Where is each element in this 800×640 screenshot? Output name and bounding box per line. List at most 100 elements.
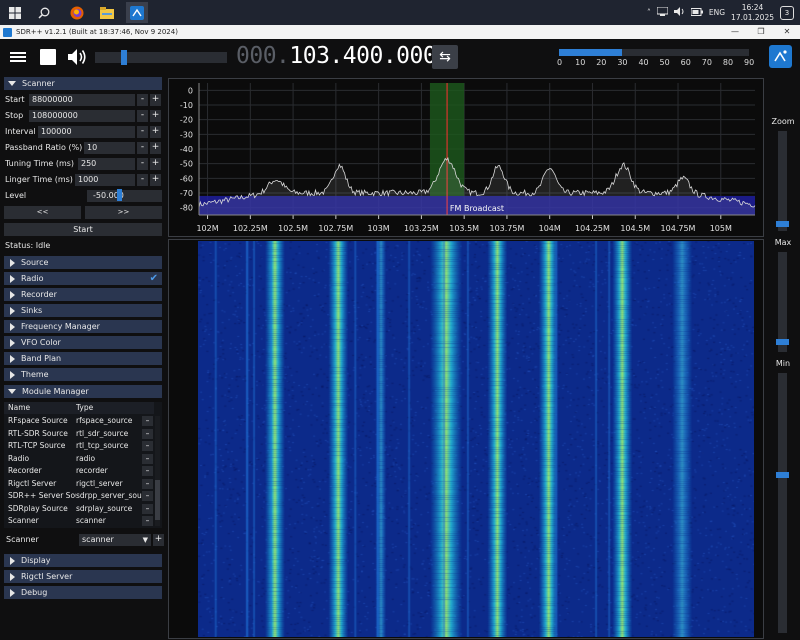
linger-minus-button[interactable]: - <box>137 173 148 186</box>
interval-input[interactable]: 100000 <box>38 125 135 138</box>
new-module-name-input[interactable]: Scanner <box>6 535 39 544</box>
menu-hamburger-icon[interactable] <box>6 45 30 69</box>
zoom-slider[interactable] <box>778 131 787 231</box>
theme-section-header[interactable]: Theme <box>4 368 162 381</box>
waterfall-canvas[interactable] <box>198 241 754 637</box>
battery-icon[interactable] <box>690 7 703 18</box>
delete-module-button[interactable]: – <box>142 516 153 526</box>
volume-slider[interactable] <box>95 52 227 63</box>
sinks-label: Sinks <box>21 306 43 315</box>
add-module-button[interactable]: + <box>153 533 164 546</box>
language-indicator[interactable]: ENG <box>709 8 725 17</box>
linger-plus-button[interactable]: + <box>150 173 161 186</box>
module-row[interactable]: RTL-TCP Source rtl_tcp_source – <box>4 440 154 452</box>
spectrum-area[interactable]: 0 -10 -20 -30 -40 -50 -60 -70 -80 102M 102.25M 102.… <box>168 78 764 640</box>
passband-label: Passband Ratio (%) <box>5 143 83 152</box>
module-row[interactable]: Radio radio – <box>4 453 154 465</box>
source-label: Source <box>21 258 49 267</box>
max-slider[interactable] <box>778 252 787 352</box>
frequency-display[interactable]: 000.103.400.000 <box>236 43 437 69</box>
interval-minus-button[interactable]: - <box>137 125 148 138</box>
module-type-select[interactable]: scanner ▼ <box>79 533 151 546</box>
vfo-color-section-header[interactable]: VFO Color <box>4 336 162 349</box>
volume-tray-icon[interactable] <box>673 7 685 18</box>
module-row[interactable]: SDRplay Source sdrplay_source – <box>4 503 154 515</box>
module-row[interactable]: Rigctl Server rigctl_server – <box>4 478 154 490</box>
windows-start-icon[interactable] <box>4 2 26 23</box>
recorder-section-header[interactable]: Recorder <box>4 288 162 301</box>
system-clock[interactable]: 16:24 17.01.2025 <box>731 3 774 23</box>
level-slider[interactable]: -50.000 <box>87 189 162 202</box>
delete-module-button[interactable]: – <box>142 441 153 451</box>
frequency-digits[interactable]: 103.400.000 <box>289 43 436 69</box>
stop-plus-button[interactable]: + <box>150 109 161 122</box>
scanner-section-header[interactable]: Scanner <box>4 77 162 90</box>
module-row[interactable]: Scanner scanner – <box>4 515 154 527</box>
module-table-scrollbar[interactable] <box>155 416 160 526</box>
start-input[interactable]: 88000000 <box>29 93 135 106</box>
tray-chevron-icon[interactable]: ˄ <box>647 8 651 17</box>
checkmark-icon[interactable]: ✔ <box>150 272 158 285</box>
module-table-scroll-thumb[interactable] <box>155 480 160 520</box>
sdrpp-taskbar-icon[interactable] <box>126 2 148 23</box>
frequency-manager-section-header[interactable]: Frequency Manager <box>4 320 162 333</box>
next-button[interactable]: >> <box>85 206 162 219</box>
tuning-minus-button[interactable]: - <box>137 157 148 170</box>
stop-input[interactable]: 108000000 <box>29 109 135 122</box>
level-slider-knob[interactable] <box>117 189 122 201</box>
delete-module-button[interactable]: – <box>142 416 153 426</box>
fft-spectrum-chart[interactable]: 0 -10 -20 -30 -40 -50 -60 -70 -80 102M 102.25M 102.… <box>169 79 763 236</box>
passband-minus-button[interactable]: - <box>137 141 148 154</box>
start-scan-button[interactable]: Start <box>4 223 162 236</box>
x-tick-label: 104.25M <box>575 224 610 233</box>
stop-button[interactable] <box>36 45 60 69</box>
close-button[interactable]: ✕ <box>774 25 800 39</box>
min-slider[interactable] <box>778 373 787 633</box>
display-section-header[interactable]: Display <box>4 554 162 567</box>
passband-input[interactable]: 10 <box>84 141 135 154</box>
band-plan-section-header[interactable]: Band Plan <box>4 352 162 365</box>
minimize-button[interactable]: — <box>722 25 748 39</box>
delete-module-button[interactable]: – <box>142 491 153 501</box>
tuning-input[interactable]: 250 <box>78 157 135 170</box>
waterfall-panel[interactable] <box>168 239 764 639</box>
maximize-button[interactable]: ❐ <box>748 25 774 39</box>
volume-slider-knob[interactable] <box>121 50 128 65</box>
module-manager-section-header[interactable]: Module Manager <box>4 385 162 398</box>
delete-module-button[interactable]: – <box>142 453 153 464</box>
module-row[interactable]: Recorder recorder – <box>4 465 154 477</box>
start-plus-button[interactable]: + <box>150 93 161 106</box>
delete-module-button[interactable]: – <box>142 503 153 514</box>
sinks-section-header[interactable]: Sinks <box>4 304 162 317</box>
speaker-icon[interactable] <box>65 45 89 69</box>
network-icon[interactable] <box>656 6 669 18</box>
frequency-leading-digits[interactable]: 000. <box>236 43 290 69</box>
notification-badge[interactable]: 3 <box>780 5 794 20</box>
module-row[interactable]: SDR++ Server Sou sdrpp_server_sou – <box>4 490 154 502</box>
stop-minus-button[interactable]: - <box>137 109 148 122</box>
min-slider-knob[interactable] <box>776 472 789 478</box>
radio-section-header[interactable]: Radio ✔ <box>4 272 162 285</box>
source-section-header[interactable]: Source <box>4 256 162 269</box>
start-minus-button[interactable]: - <box>137 93 148 106</box>
delete-module-button[interactable]: – <box>142 478 153 489</box>
zoom-slider-knob[interactable] <box>776 221 789 227</box>
firefox-icon[interactable] <box>66 2 88 23</box>
swap-button[interactable]: ⇆ <box>432 45 458 69</box>
rigctl-server-section-header[interactable]: Rigctl Server <box>4 570 162 583</box>
passband-plus-button[interactable]: + <box>150 141 161 154</box>
max-slider-knob[interactable] <box>776 339 789 345</box>
delete-module-button[interactable]: – <box>142 428 153 439</box>
sdrpp-logo-icon[interactable] <box>769 45 792 68</box>
module-row[interactable]: RTL-SDR Source rtl_sdr_source – <box>4 428 154 440</box>
interval-plus-button[interactable]: + <box>150 125 161 138</box>
linger-input[interactable]: 1000 <box>75 173 135 186</box>
file-explorer-icon[interactable] <box>96 2 118 23</box>
search-icon[interactable] <box>33 2 55 23</box>
module-row[interactable]: RFspace Source rfspace_source – <box>4 415 154 427</box>
fft-panel[interactable]: 0 -10 -20 -30 -40 -50 -60 -70 -80 102M 102.25M 102.… <box>168 78 764 237</box>
prev-button[interactable]: << <box>4 206 81 219</box>
debug-section-header[interactable]: Debug <box>4 586 162 599</box>
tuning-plus-button[interactable]: + <box>150 157 161 170</box>
delete-module-button[interactable]: – <box>142 466 153 476</box>
